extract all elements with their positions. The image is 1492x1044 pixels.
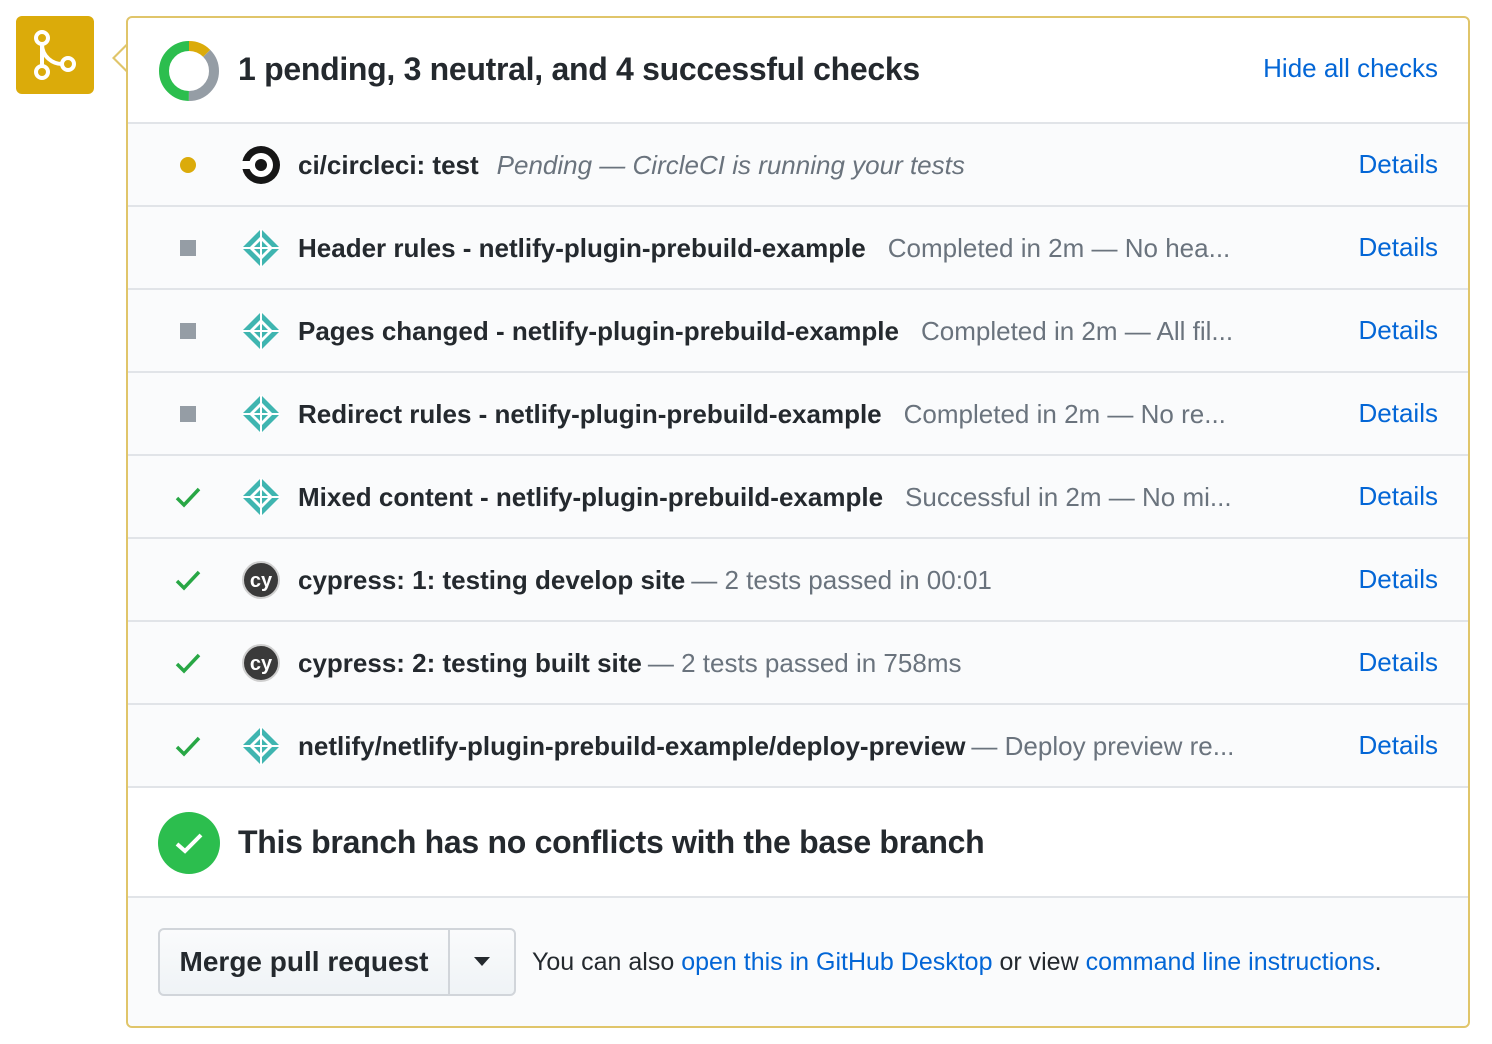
neutral-square-icon	[174, 234, 202, 262]
check-description: Completed in 2m — All fil...	[920, 315, 1234, 346]
pending-dot-icon	[174, 151, 202, 179]
checks-list: ci/circleci: test Pending — CircleCI is r…	[128, 124, 1468, 788]
neutral-square-icon	[174, 317, 202, 345]
command-line-instructions-link[interactable]: command line instructions	[1086, 948, 1375, 976]
checks-status-donut-icon	[159, 41, 219, 101]
git-merge-icon	[34, 30, 76, 80]
hide-all-checks-link[interactable]: Hide all checks	[1263, 53, 1438, 84]
neutral-square-icon	[174, 400, 202, 428]
netlify-icon	[240, 227, 282, 269]
check-name: Redirect rules - netlify-plugin-prebuild…	[298, 398, 882, 429]
check-mark-icon	[174, 649, 202, 677]
details-link[interactable]: Details	[1359, 564, 1438, 595]
checks-summary-title: 1 pending, 3 neutral, and 4 successful c…	[238, 51, 920, 87]
details-link[interactable]: Details	[1359, 232, 1438, 263]
details-link[interactable]: Details	[1359, 398, 1438, 429]
no-conflicts-section: This branch has no conflicts with the ba…	[128, 790, 1468, 898]
check-row: Mixed content - netlify-plugin-prebuild-…	[128, 456, 1468, 539]
details-link[interactable]: Details	[1359, 647, 1438, 678]
check-name: cypress: 2: testing built site	[298, 647, 642, 678]
check-description: Completed in 2m — No re...	[903, 398, 1226, 429]
check-description: Pending — CircleCI is running your tests	[496, 149, 965, 180]
netlify-icon	[240, 476, 282, 518]
check-name: netlify/netlify-plugin-prebuild-example/…	[298, 730, 966, 761]
check-row: Pages changed - netlify-plugin-prebuild-…	[128, 290, 1468, 373]
note-prefix: You can also	[532, 948, 675, 976]
details-link[interactable]: Details	[1359, 149, 1438, 180]
cypress-icon: cy	[240, 559, 282, 601]
caret-down-icon	[474, 957, 490, 966]
merge-actions: Merge pull request You can also open thi…	[128, 898, 1468, 1026]
check-row: Header rules - netlify-plugin-prebuild-e…	[128, 207, 1468, 290]
details-link[interactable]: Details	[1359, 730, 1438, 761]
check-mark-icon	[174, 732, 202, 760]
merge-panel: 1 pending, 3 neutral, and 4 successful c…	[126, 16, 1470, 1028]
check-mark-icon	[174, 566, 202, 594]
merge-pull-request-button[interactable]: Merge pull request	[160, 930, 450, 994]
svg-text:cy: cy	[250, 653, 273, 675]
svg-text:cy: cy	[250, 570, 273, 592]
merge-options-dropdown[interactable]	[450, 930, 514, 994]
note-suffix: .	[1374, 948, 1382, 976]
merge-status-icon-box	[16, 16, 94, 94]
note-middle: or view	[999, 948, 1079, 976]
netlify-icon	[240, 393, 282, 435]
circleci-icon	[240, 144, 282, 186]
check-description: — 2 tests passed in 00:01	[691, 564, 992, 595]
details-link[interactable]: Details	[1359, 481, 1438, 512]
check-name: cypress: 1: testing develop site	[298, 564, 686, 595]
check-description: Successful in 2m — No mi...	[905, 481, 1232, 512]
check-row: netlify/netlify-plugin-prebuild-example/…	[128, 705, 1468, 788]
success-check-circle-icon	[158, 812, 220, 874]
checks-header: 1 pending, 3 neutral, and 4 successful c…	[128, 18, 1468, 124]
check-name: Pages changed - netlify-plugin-prebuild-…	[298, 315, 899, 346]
netlify-icon	[240, 725, 282, 767]
check-name: Mixed content - netlify-plugin-prebuild-…	[298, 481, 884, 512]
check-name: Header rules - netlify-plugin-prebuild-e…	[298, 232, 866, 263]
check-row: ci/circleci: test Pending — CircleCI is r…	[128, 124, 1468, 207]
check-description: — Deploy preview re...	[971, 730, 1235, 761]
no-conflicts-title: This branch has no conflicts with the ba…	[238, 824, 985, 860]
check-row: cy cypress: 2: testing built site — 2 tes…	[128, 622, 1468, 705]
details-link[interactable]: Details	[1359, 315, 1438, 346]
merge-alternatives-note: You can also open this in GitHub Desktop…	[532, 948, 1382, 977]
cypress-icon: cy	[240, 642, 282, 684]
check-description: — 2 tests passed in 758ms	[647, 647, 962, 678]
open-in-github-desktop-link[interactable]: open this in GitHub Desktop	[681, 948, 992, 976]
check-name: ci/circleci: test	[298, 149, 479, 180]
check-description: Completed in 2m — No hea...	[887, 232, 1231, 263]
netlify-icon	[240, 310, 282, 352]
check-row: Redirect rules - netlify-plugin-prebuild…	[128, 373, 1468, 456]
merge-button-group: Merge pull request	[158, 928, 516, 996]
check-row: cy cypress: 1: testing develop site — 2 t…	[128, 539, 1468, 622]
check-mark-icon	[174, 483, 202, 511]
